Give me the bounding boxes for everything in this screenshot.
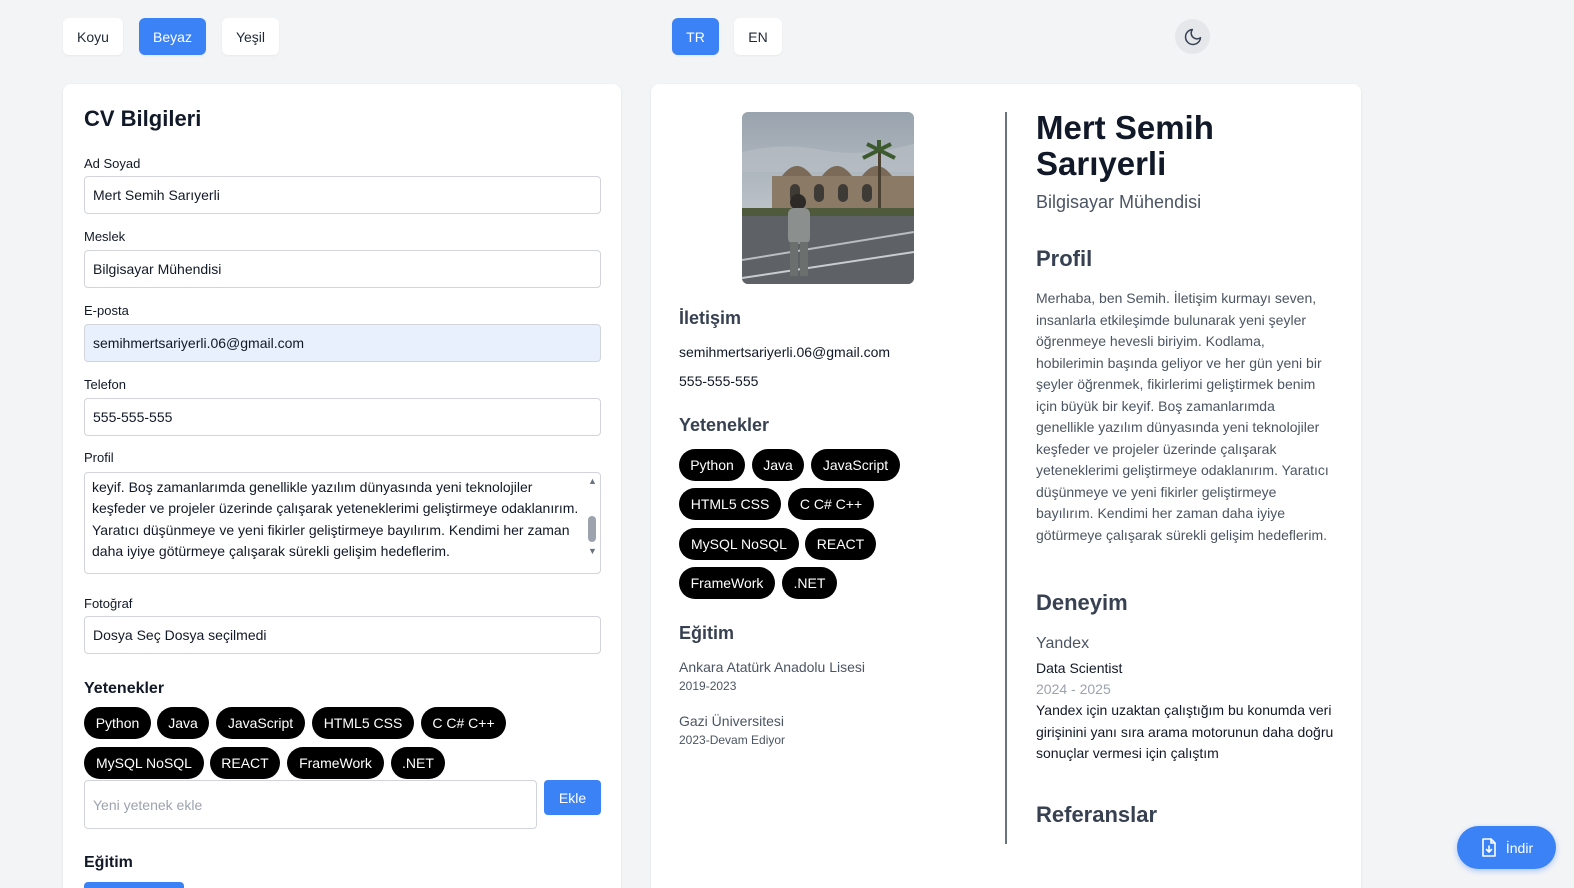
cv-references-title: Referanslar <box>1036 802 1158 827</box>
email-input[interactable]: semihmertsariyerli.06@gmail.com <box>84 324 601 362</box>
photo-label: Fotoğraf <box>84 596 133 611</box>
photo-file-input[interactable]: Dosya Seç Dosya seçilmedi <box>84 616 601 654</box>
experience-role: Data Scientist <box>1036 660 1123 676</box>
file-download-icon <box>1482 837 1496 857</box>
cv-profile-title: Profil <box>1036 246 1093 271</box>
cv-skill-chip: HTML5 CSS <box>679 488 781 520</box>
scroll-down-icon[interactable]: ▼ <box>588 546 597 556</box>
form-title: CV Bilgileri <box>84 106 202 131</box>
experience-company: Yandex <box>1036 635 1090 652</box>
skill-chip[interactable]: .NET <box>391 747 445 779</box>
education-years: 2023-Devam Ediyor <box>679 733 786 747</box>
scroll-up-icon[interactable]: ▲ <box>588 476 597 486</box>
lang-tr-button[interactable]: TR <box>672 18 719 55</box>
cv-skill-chip: MySQL NoSQL <box>679 528 799 560</box>
cv-skill-chip: REACT <box>805 528 876 560</box>
contact-title: İletişim <box>679 308 742 328</box>
phone-input[interactable]: 555-555-555 <box>84 398 601 436</box>
cv-skills-title: Yetenekler <box>679 415 770 435</box>
profile-photo <box>742 112 914 284</box>
education-title: Eğitim <box>84 854 133 871</box>
theme-white-button[interactable]: Beyaz <box>139 18 206 55</box>
name-input[interactable]: Mert Semih Sarıyerli <box>84 176 601 214</box>
cv-form-panel: CV Bilgileri Ad Soyad Mert Semih Sarıyer… <box>63 84 621 888</box>
experience-years: 2024 - 2025 <box>1036 681 1111 697</box>
skill-chip[interactable]: JavaScript <box>216 707 305 739</box>
email-label: E-posta <box>84 303 129 318</box>
education-school: Ankara Atatürk Anadolu Lisesi <box>679 659 866 675</box>
lang-en-button[interactable]: EN <box>734 18 782 55</box>
contact-email: semihmertsariyerli.06@gmail.com <box>679 344 891 360</box>
cv-skill-chip: Python <box>679 449 745 481</box>
skill-chip[interactable]: REACT <box>210 747 280 779</box>
download-label: İndir <box>1505 839 1534 856</box>
column-divider <box>1005 112 1007 844</box>
cv-job-title: Bilgisayar Mühendisi <box>1036 192 1202 212</box>
moon-icon <box>1184 28 1201 45</box>
skill-chip[interactable]: HTML5 CSS <box>312 707 414 739</box>
skill-chip[interactable]: MySQL NoSQL <box>84 747 204 779</box>
profile-textarea-text: Merhaba, ben Semih. İletişim kurmayı sev… <box>92 478 579 560</box>
education-years: 2019-2023 <box>679 679 737 693</box>
cv-education-title: Eğitim <box>679 623 735 643</box>
skills-title: Yetenekler <box>84 680 165 697</box>
skill-chip[interactable]: Python <box>84 707 151 739</box>
cv-skill-chip: FrameWork <box>679 567 775 599</box>
dark-mode-toggle[interactable] <box>1175 19 1210 54</box>
experience-description: Yandex için uzaktan çalıştığım bu konumd… <box>1036 702 1334 761</box>
contact-phone: 555-555-555 <box>679 373 759 389</box>
scrollbar-thumb[interactable] <box>588 516 596 542</box>
cv-preview-panel: İletişim semihmertsariyerli.06@gmail.com… <box>651 84 1361 888</box>
phone-label: Telefon <box>84 377 126 392</box>
profile-textarea[interactable]: Merhaba, ben Semih. İletişim kurmayı sev… <box>84 472 601 574</box>
skill-chip[interactable]: Java <box>157 707 209 739</box>
cv-skill-chip: .NET <box>782 567 837 599</box>
name-label: Ad Soyad <box>84 156 141 171</box>
skill-chip[interactable]: C C# C++ <box>421 707 506 739</box>
profile-label: Profil <box>84 450 114 465</box>
cv-skill-chip: C C# C++ <box>788 488 874 520</box>
job-input[interactable]: Bilgisayar Mühendisi <box>84 250 601 288</box>
job-label: Meslek <box>84 229 126 244</box>
cv-skill-chip: Java <box>752 449 804 481</box>
theme-dark-button[interactable]: Koyu <box>63 18 123 55</box>
cv-experience-title: Deneyim <box>1036 590 1128 615</box>
theme-green-button[interactable]: Yeşil <box>222 18 279 55</box>
education-school: Gazi Üniversitesi <box>679 713 785 729</box>
cv-name: Mert Semih Sarıyerli <box>1036 109 1214 182</box>
cv-profile-text: Merhaba, ben Semih. İletişim kurmayı sev… <box>1036 290 1329 543</box>
add-education-button[interactable] <box>84 882 184 888</box>
skill-chip[interactable]: FrameWork <box>287 747 384 779</box>
new-skill-input[interactable]: Yeni yetenek ekle <box>84 780 537 829</box>
add-skill-button[interactable]: Ekle <box>544 780 601 815</box>
textarea-scrollbar[interactable]: ▲ ▼ <box>585 474 599 572</box>
download-button[interactable]: İndir <box>1457 826 1556 869</box>
cv-skill-chip: JavaScript <box>811 449 900 481</box>
